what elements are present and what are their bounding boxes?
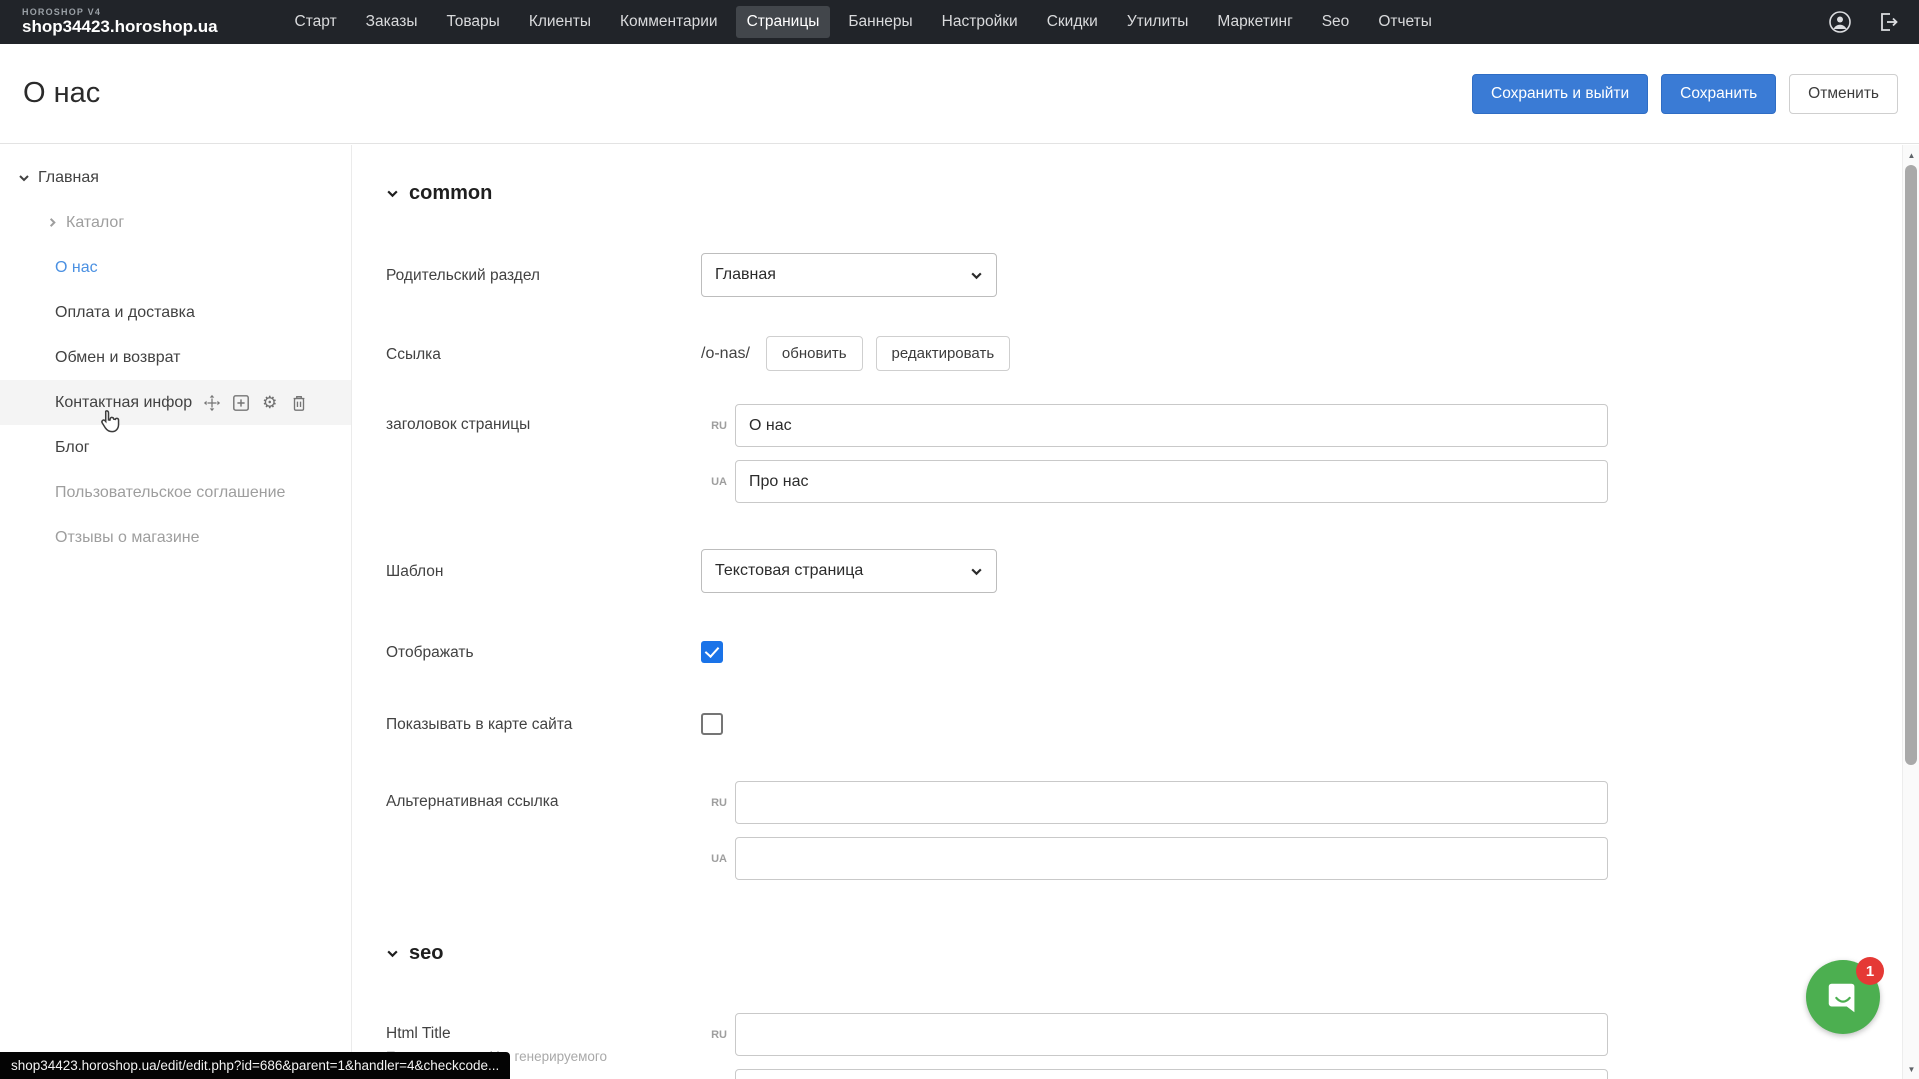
chat-bubble-icon [1824,978,1862,1016]
nav-item-orders[interactable]: Заказы [355,6,429,38]
lang-tag-ru: RU [701,797,727,809]
display-checkbox[interactable] [701,641,723,663]
field-label-parent-section: Родительский раздел [386,265,701,285]
nav-item-marketing[interactable]: Маркетинг [1206,6,1303,38]
move-icon[interactable] [202,393,221,412]
top-menu: Старт Заказы Товары Клиенты Комментарии … [284,6,1443,38]
chat-widget-button[interactable]: 1 [1806,960,1880,1034]
parent-section-select-value: Главная [715,266,776,284]
template-select-value: Текстовая страница [715,562,863,580]
nav-item-discounts[interactable]: Скидки [1036,6,1109,38]
page-title-ua-input[interactable] [735,460,1608,503]
sitemap-checkbox[interactable] [701,713,723,735]
chevron-down-icon [970,269,983,282]
html-title-ua-input[interactable] [735,1069,1608,1079]
parent-section-select[interactable]: Главная [701,253,997,297]
add-icon[interactable] [231,393,250,412]
template-select[interactable]: Текстовая страница [701,549,997,593]
page-title-ru-input[interactable] [735,404,1608,447]
sidebar-item-label: Блог [55,439,90,457]
lang-tag-ua: UA [701,476,727,488]
section-title: seo [409,942,443,965]
link-path-value: /o-nas/ [701,345,750,363]
page-edit-form: common Родительский раздел Главная Ссылк… [353,145,1880,1079]
sidebar-item-about[interactable]: О нас [0,245,351,290]
field-label-alt-link: Альтернативная ссылка [386,781,701,811]
nav-item-comments[interactable]: Комментарии [609,6,729,38]
chevron-down-icon [386,947,399,960]
lang-tag-ua: UA [701,853,727,865]
field-label-display: Отображать [386,642,701,662]
field-label-template: Шаблон [386,561,701,581]
scroll-down-icon[interactable]: ▼ [1903,1061,1919,1077]
section-seo-header[interactable]: seo [386,942,1880,965]
link-refresh-button[interactable]: обновить [766,336,863,371]
save-and-exit-button[interactable]: Сохранить и выйти [1472,74,1648,114]
section-title: common [409,182,492,205]
chevron-right-icon[interactable] [36,217,66,228]
nav-item-clients[interactable]: Клиенты [518,6,602,38]
sidebar-item-label: Оплата и доставка [55,304,195,322]
brand-block[interactable]: HOROSHOP V4 shop34423.horoshop.ua [22,8,218,35]
sidebar-item-home[interactable]: Главная [0,155,351,200]
sidebar-item-exchange-return[interactable]: Обмен и возврат [0,335,351,380]
sidebar-item-label: О нас [55,259,98,277]
account-icon[interactable] [1827,9,1853,35]
sidebar-item-label: Главная [38,169,99,187]
top-navigation-bar: HOROSHOP V4 shop34423.horoshop.ua Старт … [0,0,1919,44]
scroll-up-icon[interactable]: ▲ [1903,147,1919,163]
sidebar-item-label: Пользовательское соглашение [55,484,285,502]
page-header: О нас Сохранить и выйти Сохранить Отмени… [0,44,1919,144]
nav-item-utilities[interactable]: Утилиты [1116,6,1200,38]
sidebar-item-label: Отзывы о магазине [55,529,200,547]
nav-item-reports[interactable]: Отчеты [1367,6,1443,38]
sidebar-item-label: Обмен и возврат [55,349,180,367]
nav-item-start[interactable]: Старт [284,6,348,38]
trash-icon[interactable] [289,393,308,412]
sidebar-item-store-reviews[interactable]: Отзывы о магазине [0,515,351,560]
alt-link-ru-input[interactable] [735,781,1608,824]
chat-unread-badge: 1 [1856,957,1884,985]
sidebar-item-label: Контактная инфор [55,394,192,412]
logout-icon[interactable] [1875,9,1901,35]
cancel-button[interactable]: Отменить [1789,74,1898,114]
lang-tag-ru: RU [701,420,727,432]
link-edit-button[interactable]: редактировать [876,336,1011,371]
gear-icon[interactable]: ⚙ [260,393,279,412]
page-title: О нас [23,77,100,110]
sidebar-item-payment-delivery[interactable]: Оплата и доставка [0,290,351,335]
nav-item-pages[interactable]: Страницы [736,6,831,38]
sidebar-item-blog[interactable]: Блог [0,425,351,470]
nav-item-seo[interactable]: Seo [1311,6,1361,38]
chevron-down-icon [970,565,983,578]
pages-tree-sidebar: Главная Каталог О нас Оплата и доставка … [0,145,352,1079]
nav-item-banners[interactable]: Баннеры [837,6,923,38]
scrollbar-thumb[interactable] [1905,165,1917,765]
html-title-ru-input[interactable] [735,1013,1608,1056]
save-button[interactable]: Сохранить [1661,74,1776,114]
section-common-header[interactable]: common [386,182,1880,205]
sidebar-item-catalog[interactable]: Каталог [0,200,351,245]
lang-tag-ru: RU [701,1029,727,1041]
field-label-page-title: заголовок страницы [386,404,701,434]
sidebar-item-label: Каталог [66,214,124,232]
vertical-scrollbar[interactable]: ▲ ▼ [1902,145,1919,1079]
browser-status-url: shop34423.horoshop.ua/edit/edit.php?id=6… [0,1052,510,1079]
sidebar-item-user-agreement[interactable]: Пользовательское соглашение [0,470,351,515]
alt-link-ua-input[interactable] [735,837,1608,880]
chevron-down-icon [386,187,399,200]
chevron-down-icon[interactable] [8,172,38,184]
brand-shop-domain: shop34423.horoshop.ua [22,18,218,36]
sidebar-item-contact-info[interactable]: Контактная инфор ⚙ [0,380,351,425]
nav-item-products[interactable]: Товары [435,6,510,38]
field-label-sitemap: Показывать в карте сайта [386,714,701,734]
nav-item-settings[interactable]: Настройки [931,6,1029,38]
field-label-link: Ссылка [386,344,701,364]
